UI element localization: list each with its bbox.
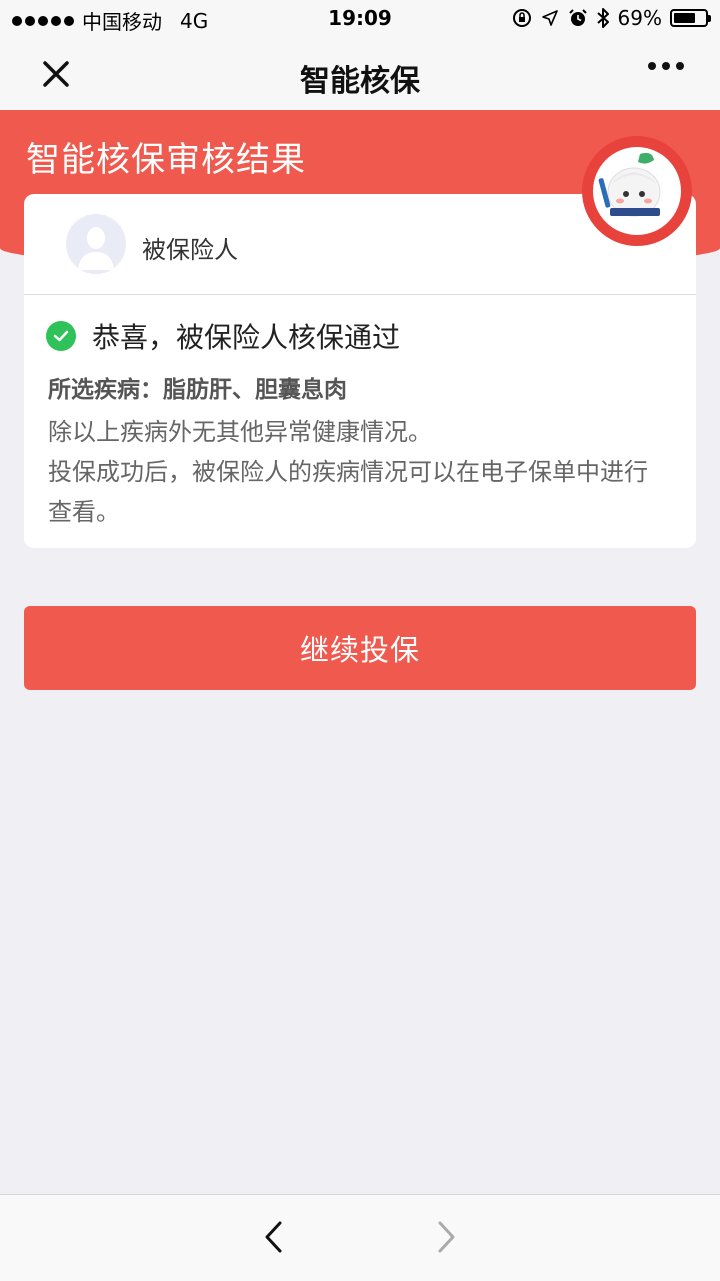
result-card: 被保险人 恭喜，被保险人核保通过 所选疾病：脂肪肝、胆囊息肉 除以上疾病外无其他… — [24, 194, 696, 548]
mascot-icon — [582, 136, 692, 246]
check-icon — [46, 321, 76, 351]
rotation-lock-icon — [512, 9, 531, 27]
more-icon-dot — [676, 62, 684, 70]
more-icon-dot — [648, 62, 656, 70]
alarm-icon — [568, 9, 587, 26]
more-icon-dot — [662, 62, 670, 70]
battery-icon — [670, 9, 711, 27]
description: 除以上疾病外无其他异常健康情况。 投保成功后，被保险人的疾病情况可以在电子保单中… — [48, 412, 668, 532]
battery-percent: 69% — [617, 6, 662, 30]
nav-bar: 智能核保 — [0, 38, 720, 110]
bottom-toolbar — [0, 1194, 720, 1281]
forward-button[interactable] — [426, 1217, 466, 1257]
card-divider — [24, 294, 696, 295]
more-button[interactable] — [648, 62, 684, 70]
result-row: 恭喜，被保险人核保通过 — [46, 316, 400, 356]
location-icon — [541, 10, 558, 26]
insured-person-label: 被保险人 — [142, 236, 238, 264]
description-line-2: 投保成功后，被保险人的疾病情况可以在电子保单中进行查看。 — [48, 458, 648, 526]
bluetooth-icon — [596, 8, 609, 28]
back-arrow-icon — [265, 1221, 282, 1253]
disease-line: 所选疾病：脂肪肝、胆囊息肉 — [48, 377, 347, 403]
battery-fill — [674, 13, 695, 23]
forward-arrow-icon — [438, 1221, 455, 1253]
page-title: 智能核保 — [300, 64, 420, 99]
continue-insure-button[interactable]: 继续投保 — [24, 606, 696, 690]
header-title: 智能核保审核结果 — [26, 140, 306, 180]
status-bar: 中国移动 4G 19:09 69% — [0, 0, 720, 38]
avatar-icon — [66, 214, 126, 274]
description-line-1: 除以上疾病外无其他异常健康情况。 — [48, 418, 432, 446]
back-button[interactable] — [254, 1217, 294, 1257]
result-text: 恭喜，被保险人核保通过 — [92, 321, 401, 354]
status-right: 69% — [512, 6, 711, 30]
